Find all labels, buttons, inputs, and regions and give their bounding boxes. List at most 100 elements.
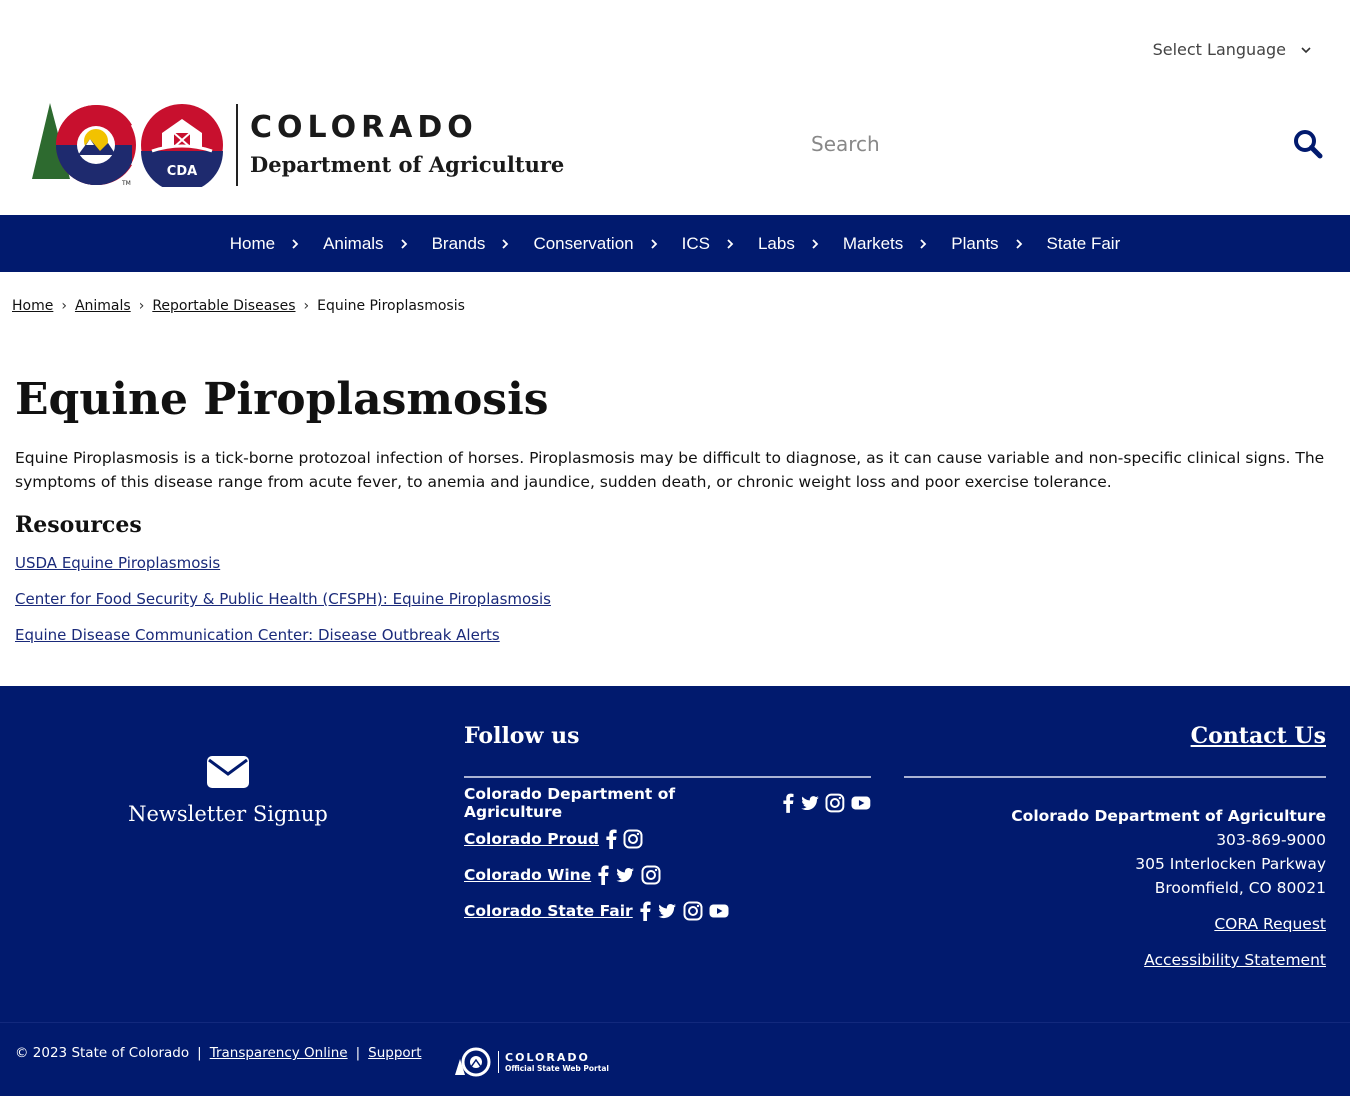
chevron-right-icon	[400, 238, 407, 249]
contact-us-link[interactable]: Contact Us	[1191, 723, 1326, 749]
chevron-right-icon	[727, 238, 734, 249]
nav-item-plants[interactable]: Plants	[951, 234, 1046, 254]
facebook-icon[interactable]	[782, 793, 794, 813]
twitter-icon[interactable]	[615, 865, 635, 885]
search-icon[interactable]	[1293, 129, 1323, 159]
accessibility-link-wrap: Accessibility Statement	[904, 948, 1326, 972]
chevron-right-icon	[502, 238, 509, 249]
state-portal-logo[interactable]: COLORADO Official State Web Portal	[454, 1047, 609, 1077]
instagram-icon[interactable]	[825, 793, 845, 813]
nav-item-animals[interactable]: Animals	[323, 234, 431, 254]
breadcrumb-animals[interactable]: Animals	[75, 298, 131, 314]
svg-text:TM: TM	[121, 180, 131, 187]
breadcrumb-separator: ›	[61, 298, 67, 314]
resource-link-usda[interactable]: USDA Equine Piroplasmosis	[15, 554, 220, 572]
language-select[interactable]: Select Language	[1153, 40, 1312, 59]
intro-paragraph: Equine Piroplasmosis is a tick-borne pro…	[15, 449, 1325, 491]
cora-request-link[interactable]: CORA Request	[1214, 915, 1326, 933]
nav-item-home[interactable]: Home	[230, 234, 323, 254]
nav-item-conservation[interactable]: Conservation	[533, 234, 681, 254]
logo-divider	[236, 104, 238, 186]
youtube-icon[interactable]	[851, 793, 871, 813]
logo-title: COLORADO	[250, 110, 478, 145]
instagram-icon[interactable]	[623, 829, 643, 849]
nav-item-label: Brands	[431, 233, 486, 253]
breadcrumb-home[interactable]: Home	[12, 298, 53, 314]
nav-item-label: State Fair	[1046, 233, 1121, 253]
nav-item-ics[interactable]: ICS	[682, 234, 758, 254]
youtube-icon[interactable]	[709, 901, 729, 921]
nav-item-labs[interactable]: Labs	[758, 234, 843, 254]
breadcrumb: Home › Animals › Reportable Diseases › E…	[12, 298, 465, 314]
resource-link-edcc[interactable]: Equine Disease Communication Center: Dis…	[15, 626, 500, 644]
colorado-c-logo-icon: TM	[32, 103, 136, 187]
accessibility-statement-link[interactable]: Accessibility Statement	[1144, 951, 1326, 969]
social-row-colorado-proud: Colorado Proud	[464, 828, 871, 850]
instagram-icon[interactable]	[641, 865, 661, 885]
logo-subtitle: Department of Agriculture	[250, 152, 565, 177]
pipe-separator: |	[355, 1045, 361, 1061]
support-link[interactable]: Support	[368, 1045, 421, 1061]
facebook-icon[interactable]	[597, 865, 609, 885]
pipe-separator: |	[197, 1045, 202, 1061]
copyright-text: © 2023 State of Colorado	[15, 1045, 190, 1061]
social-row-state-fair: Colorado State Fair	[464, 900, 871, 922]
contact-address-line2: Broomfield, CO 80021	[1154, 879, 1326, 897]
logo-text: COLORADO Department of Agriculture	[250, 110, 564, 180]
nav-item-markets[interactable]: Markets	[843, 234, 951, 254]
contact-heading: Contact Us	[904, 722, 1326, 750]
copyright-row: © 2023 State of Colorado | Transparency …	[15, 1045, 422, 1061]
divider	[464, 776, 871, 778]
contact-address-line1: 305 Interlocken Parkway	[1135, 855, 1326, 873]
chevron-right-icon	[920, 238, 927, 249]
envelope-icon	[207, 756, 249, 788]
list-item: Center for Food Security & Public Health…	[15, 588, 1335, 610]
social-link-state-fair[interactable]: Colorado State Fair	[464, 902, 633, 920]
social-link-colorado-proud[interactable]: Colorado Proud	[464, 830, 599, 848]
social-link-colorado-wine[interactable]: Colorado Wine	[464, 866, 591, 884]
transparency-online-link[interactable]: Transparency Online	[210, 1045, 348, 1061]
nav-item-label: ICS	[681, 233, 710, 253]
nav-item-state-fair[interactable]: State Fair	[1047, 234, 1121, 254]
breadcrumb-reportable-diseases[interactable]: Reportable Diseases	[152, 298, 295, 314]
search-input[interactable]	[811, 132, 1293, 156]
nav-item-label: Conservation	[533, 233, 634, 253]
breadcrumb-separator: ›	[303, 298, 310, 314]
breadcrumb-current: Equine Piroplasmosis	[317, 298, 465, 314]
footer: Newsletter Signup Follow us Colorado Dep…	[0, 686, 1350, 1022]
facebook-icon[interactable]	[605, 829, 617, 849]
breadcrumb-separator: ›	[138, 298, 145, 314]
contact-org: Colorado Department of Agriculture	[1011, 807, 1326, 825]
colorado-portal-logo-icon	[455, 1047, 491, 1077]
portal-text: COLORADO Official State Web Portal	[498, 1051, 609, 1073]
cora-link-wrap: CORA Request	[904, 912, 1326, 936]
resource-link-cfsph[interactable]: Center for Food Security & Public Health…	[15, 590, 551, 608]
chevron-right-icon	[650, 238, 657, 249]
nav-item-label: Animals	[323, 233, 384, 253]
chevron-right-icon	[292, 238, 299, 249]
language-select-label: Select Language	[1152, 40, 1286, 59]
contact-section: Contact Us Colorado Department of Agricu…	[904, 722, 1326, 972]
nav-item-label: Plants	[951, 233, 999, 253]
divider	[904, 776, 1326, 778]
twitter-icon[interactable]	[800, 793, 820, 813]
site-logo[interactable]: TM CDA COLORADO Department of Agricultur…	[30, 103, 564, 187]
social-label: Colorado Department of Agriculture	[464, 785, 676, 821]
top-bar: Select Language	[0, 0, 1350, 88]
instagram-icon[interactable]	[683, 901, 703, 921]
logo-cda-text: CDA	[167, 164, 197, 179]
brand-row: TM CDA COLORADO Department of Agricultur…	[0, 88, 1350, 215]
portal-subtitle: Official State Web Portal	[505, 1064, 609, 1073]
newsletter-signup[interactable]: Newsletter Signup	[118, 756, 338, 826]
chevron-down-icon	[1301, 46, 1311, 53]
follow-us-section: Follow us Colorado Department of Agricul…	[464, 722, 871, 922]
list-item: USDA Equine Piroplasmosis	[15, 552, 1335, 574]
twitter-icon[interactable]	[657, 901, 677, 921]
nav-item-label: Markets	[842, 233, 904, 253]
resources-heading: Resources	[15, 512, 142, 538]
social-row-cda: Colorado Department of Agriculture	[464, 785, 871, 821]
follow-heading: Follow us	[464, 723, 580, 749]
resources-list: USDA Equine Piroplasmosis Center for Foo…	[15, 552, 1335, 646]
nav-item-brands[interactable]: Brands	[432, 234, 534, 254]
facebook-icon[interactable]	[639, 901, 651, 921]
